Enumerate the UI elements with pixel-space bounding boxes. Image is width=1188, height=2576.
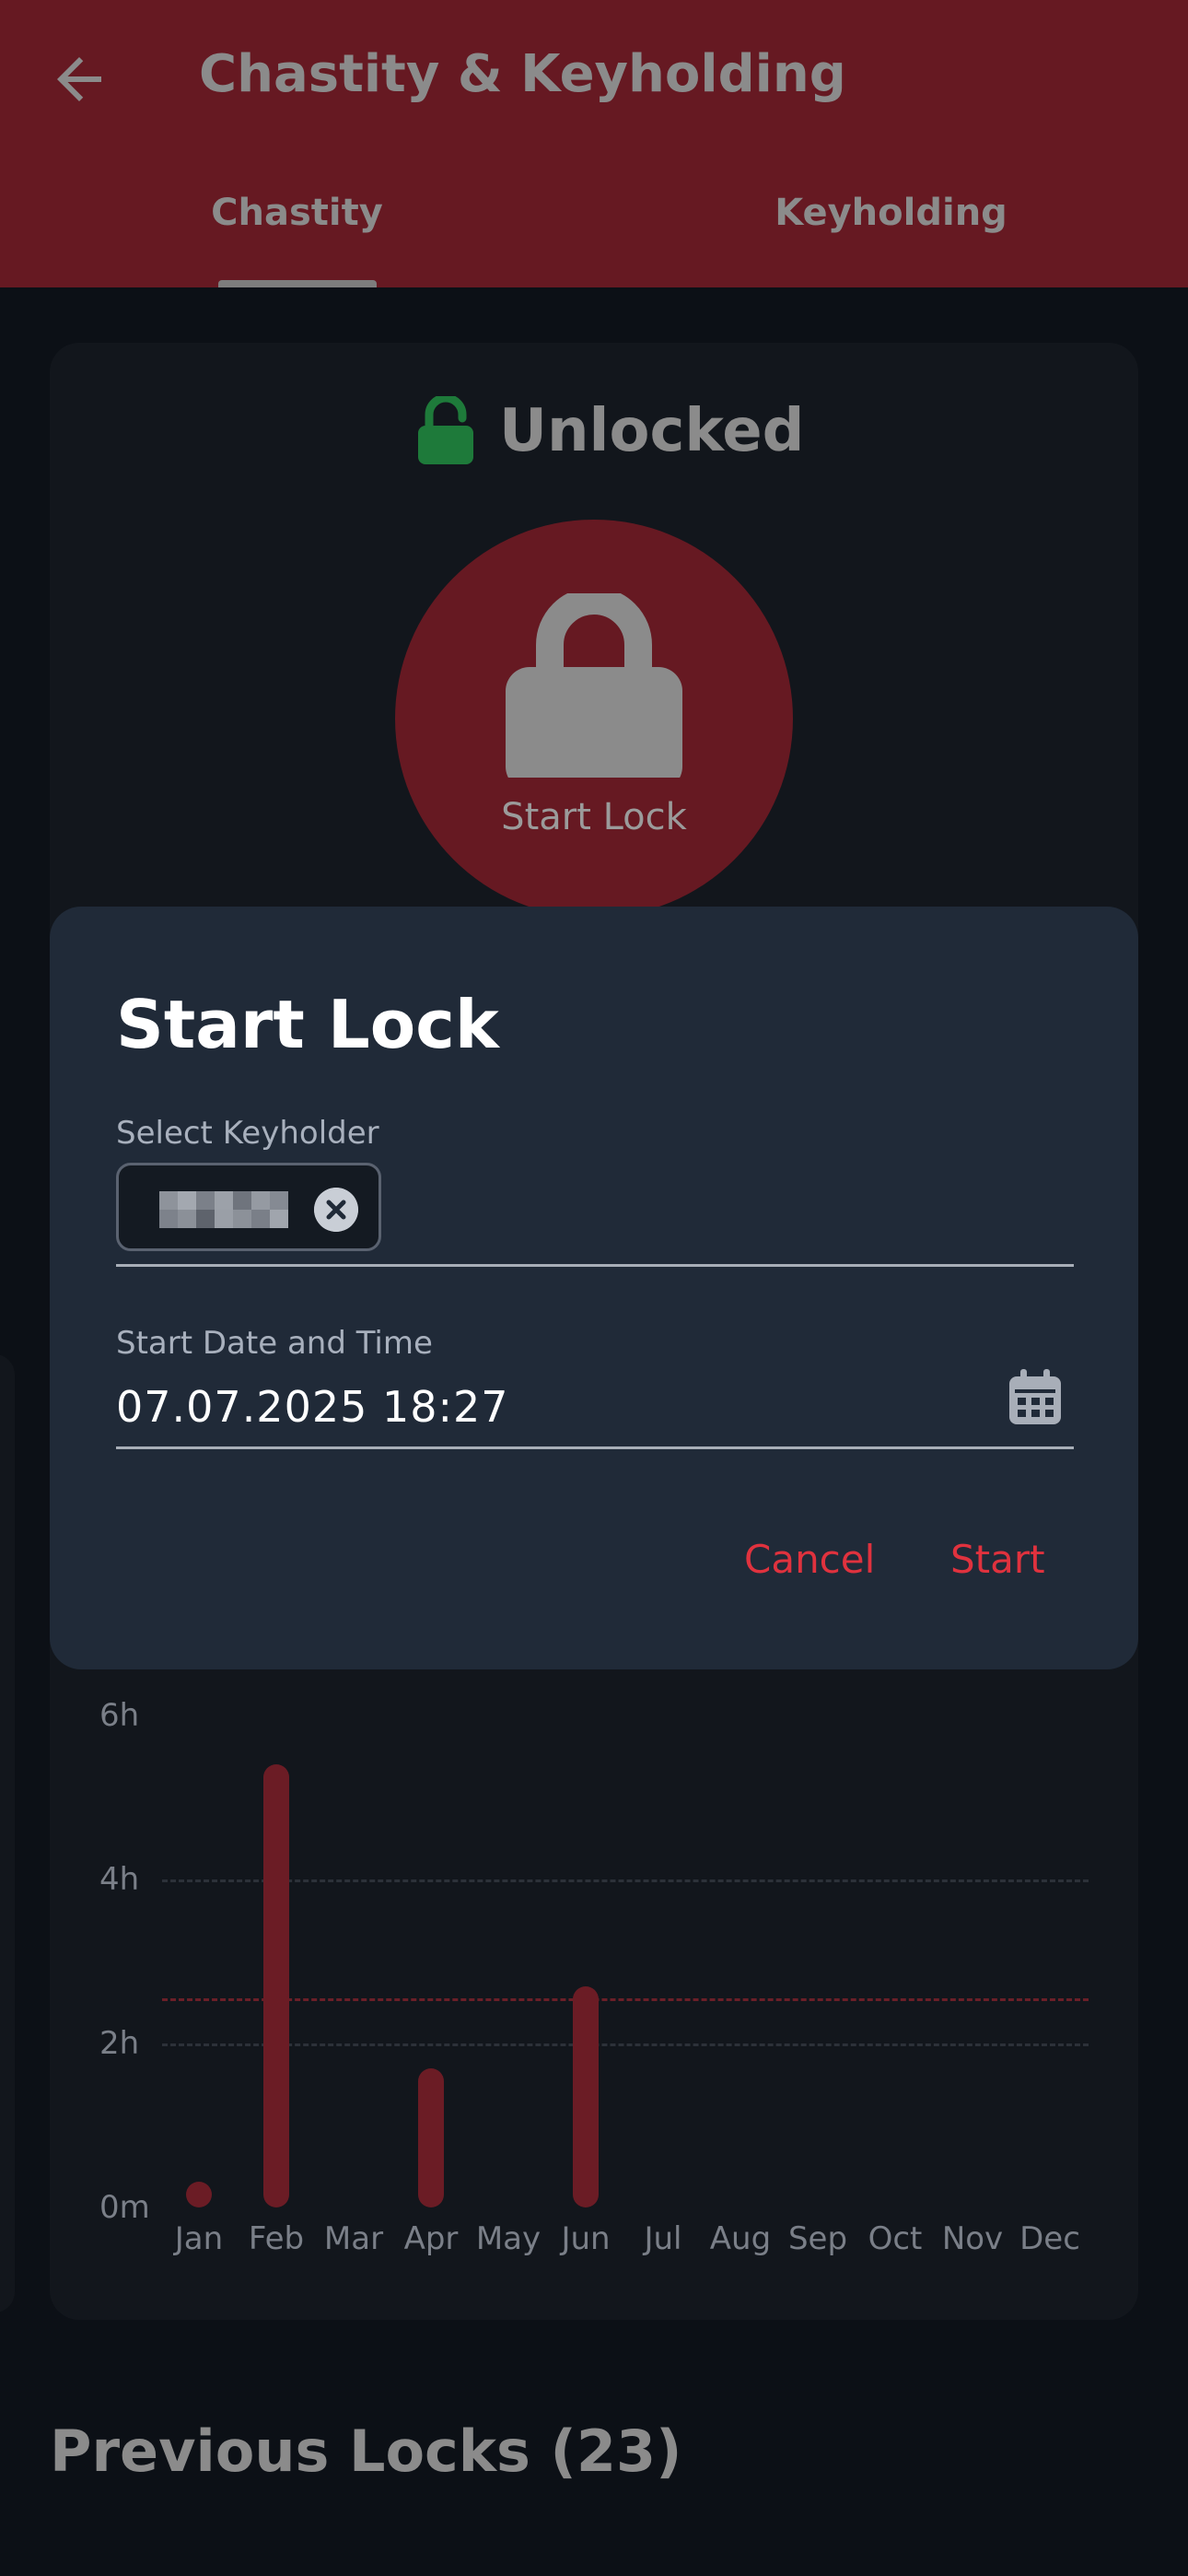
start-button[interactable]: Start xyxy=(950,1537,1045,1582)
x-tick-label: Feb xyxy=(248,2220,305,2257)
chart-bar xyxy=(186,2182,212,2207)
start-date-field[interactable]: 07.07.2025 18:27 xyxy=(116,1382,509,1432)
tab-keyholding[interactable]: Keyholding xyxy=(594,192,1188,234)
status-text: Unlocked xyxy=(499,397,805,465)
date-label: Start Date and Time xyxy=(116,1325,433,1362)
x-tick-label: Jan xyxy=(174,2220,224,2257)
x-tick-label: Apr xyxy=(403,2220,459,2257)
previous-locks-title: Previous Locks (23) xyxy=(50,2418,682,2485)
x-tick-label: Jun xyxy=(561,2220,611,2257)
dialog-title: Start Lock xyxy=(116,986,499,1063)
start-lock-button[interactable]: Start Lock xyxy=(395,520,793,918)
keyholder-label: Select Keyholder xyxy=(116,1115,379,1152)
y-tick-label: 6h xyxy=(99,1697,140,1734)
gridline xyxy=(162,1879,1089,1882)
x-tick-label: May xyxy=(475,2220,542,2257)
chart-bar xyxy=(573,1985,599,2207)
chart-bar xyxy=(418,2067,444,2207)
keyholder-chip[interactable] xyxy=(116,1163,381,1251)
keyholder-field-underline xyxy=(116,1264,1074,1267)
average-line xyxy=(162,1998,1089,2002)
y-tick-label: 4h xyxy=(99,1861,140,1898)
date-field-underline xyxy=(116,1446,1074,1449)
lock-icon xyxy=(506,593,682,778)
chart-bar xyxy=(263,1764,289,2207)
gridline xyxy=(162,2043,1089,2046)
x-tick-label: Mar xyxy=(323,2220,384,2257)
unlocked-padlock-icon xyxy=(418,396,473,464)
x-tick-label: Oct xyxy=(868,2220,923,2257)
x-tick-label: Sep xyxy=(787,2220,848,2257)
arrow-left-icon[interactable] xyxy=(46,46,112,112)
x-tick-label: Jul xyxy=(644,2220,682,2257)
lock-status: Unlocked xyxy=(414,394,804,468)
app-bar: Chastity & Keyholding Chastity Keyholdin… xyxy=(0,0,1188,287)
clear-icon[interactable] xyxy=(314,1188,358,1232)
y-tick-label: 0m xyxy=(99,2189,150,2226)
tab-chastity[interactable]: Chastity xyxy=(0,192,594,234)
redacted-name xyxy=(159,1191,288,1228)
tab-indicator xyxy=(218,280,377,287)
start-lock-label: Start Lock xyxy=(501,796,687,838)
side-card-edge xyxy=(0,1354,15,2313)
start-lock-dialog: Start Lock Select Keyholder Start Date a… xyxy=(50,907,1138,1669)
calendar-icon[interactable] xyxy=(1007,1367,1063,1426)
x-tick-label: Nov xyxy=(941,2220,1004,2257)
cancel-button[interactable]: Cancel xyxy=(744,1537,875,1582)
x-tick-label: Aug xyxy=(709,2220,772,2257)
page-title: Chastity & Keyholding xyxy=(199,44,846,104)
x-tick-label: Dec xyxy=(1019,2220,1080,2257)
y-tick-label: 2h xyxy=(99,2025,140,2062)
